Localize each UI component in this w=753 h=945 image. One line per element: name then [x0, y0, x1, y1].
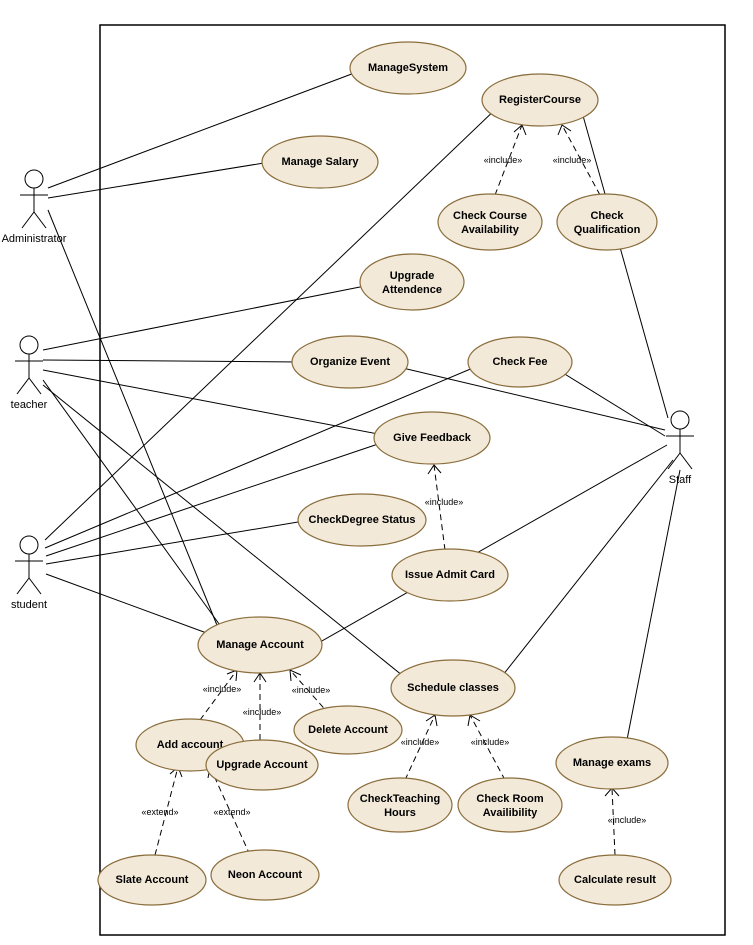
assoc-staff-manageaccount: [306, 445, 667, 650]
svg-text:Give Feedback: Give Feedback: [393, 432, 472, 444]
svg-text:CheckTeaching: CheckTeaching: [360, 793, 441, 805]
usecase-register-course: RegisterCourse: [482, 74, 598, 126]
dep-addaccount-to-manage: «include»: [200, 670, 241, 720]
svg-text:Calculate result: Calculate result: [574, 874, 656, 886]
svg-text:«extend»: «extend»: [141, 807, 178, 817]
svg-text:Manage Salary: Manage Salary: [281, 156, 359, 168]
actor-staff: Staff: [666, 411, 694, 486]
assoc-student-manageaccount: [46, 574, 212, 635]
svg-text:Slate Account: Slate Account: [116, 874, 189, 886]
actor-administrator: Administrator: [2, 170, 67, 245]
svg-text:«include»: «include»: [425, 497, 464, 507]
svg-text:Check Course: Check Course: [453, 210, 527, 222]
dep-teachinghours-to-schedule: «include»: [401, 715, 440, 780]
dep-roomavail-to-schedule: «include»: [468, 715, 509, 780]
svg-text:Manage Account: Manage Account: [216, 639, 304, 651]
svg-text:«include»: «include»: [243, 707, 282, 717]
svg-text:«include»: «include»: [553, 155, 592, 165]
usecase-organize-event: Organize Event: [292, 336, 408, 388]
svg-text:Schedule classes: Schedule classes: [407, 682, 499, 694]
svg-text:Availability: Availability: [461, 224, 520, 236]
actor-teacher: teacher: [11, 336, 48, 411]
usecase-manage-exams: Manage exams: [556, 737, 668, 789]
assoc-staff-manageexams: [625, 470, 680, 750]
svg-text:«include»: «include»: [292, 685, 331, 695]
svg-text:«include»: «include»: [471, 737, 510, 747]
administrator-label: Administrator: [2, 233, 67, 245]
svg-text:Manage exams: Manage exams: [573, 757, 651, 769]
svg-text:«include»: «include»: [203, 684, 242, 694]
dep-checkcourseavail-to-register: «include»: [484, 125, 526, 195]
svg-text:«include»: «include»: [401, 737, 440, 747]
svg-text:«include»: «include»: [608, 815, 647, 825]
usecase-issue-admit-card: Issue Admit Card: [392, 549, 508, 601]
usecase-slate-account: Slate Account: [98, 855, 206, 905]
usecase-check-qualification: Check Qualification: [557, 194, 657, 250]
dep-slate-to-addaccount: «extend»: [141, 767, 182, 855]
usecase-upgrade-attendence: Upgrade Attendence: [360, 254, 464, 310]
usecase-check-fee: Check Fee: [468, 337, 572, 387]
usecase-give-feedback: Give Feedback: [374, 412, 490, 464]
svg-text:Organize Event: Organize Event: [310, 356, 390, 368]
assoc-staff-schedule: [495, 460, 673, 685]
svg-text:Check Fee: Check Fee: [492, 356, 547, 368]
student-label: student: [11, 599, 47, 611]
svg-text:RegisterCourse: RegisterCourse: [499, 94, 581, 106]
svg-text:ManageSystem: ManageSystem: [368, 62, 448, 74]
teacher-label: teacher: [11, 399, 48, 411]
svg-text:Upgrade Account: Upgrade Account: [216, 759, 308, 771]
usecase-check-course-availability: Check Course Availability: [438, 194, 542, 250]
assoc-teacher-organizeevent: [43, 360, 300, 362]
dep-checkqualification-to-register: «include»: [553, 125, 600, 195]
usecase-manage-system: ManageSystem: [350, 42, 466, 94]
usecase-check-room-availibility: Check Room Availibility: [458, 778, 562, 832]
svg-text:Attendence: Attendence: [382, 284, 442, 296]
assoc-admin-managesalary: [48, 162, 270, 198]
dep-issueadmit-to-feedback: «include»: [425, 465, 464, 550]
svg-text:Issue Admit Card: Issue Admit Card: [405, 569, 495, 581]
usecase-schedule-classes: Schedule classes: [391, 660, 515, 716]
svg-text:Availibility: Availibility: [483, 807, 538, 819]
usecase-manage-account: Manage Account: [198, 617, 322, 673]
usecase-neon-account: Neon Account: [211, 850, 319, 900]
usecase-delete-account: Delete Account: [294, 706, 402, 754]
svg-text:Upgrade: Upgrade: [390, 270, 435, 282]
svg-text:«extend»: «extend»: [213, 807, 250, 817]
svg-text:«include»: «include»: [484, 155, 523, 165]
assoc-student-degreestatus: [46, 520, 310, 564]
usecase-manage-salary: Manage Salary: [262, 136, 378, 188]
svg-text:Neon Account: Neon Account: [228, 869, 302, 881]
staff-label: Staff: [669, 474, 692, 486]
svg-text:CheckDegree Status: CheckDegree Status: [309, 514, 416, 526]
usecase-calculate-result: Calculate result: [559, 855, 671, 905]
svg-text:Check: Check: [590, 210, 624, 222]
usecase-check-teaching-hours: CheckTeaching Hours: [348, 778, 452, 832]
svg-text:Qualification: Qualification: [574, 224, 641, 236]
svg-text:Check Room: Check Room: [476, 793, 543, 805]
assoc-staff-register: [580, 105, 668, 418]
usecase-upgrade-account: Upgrade Account: [206, 740, 318, 790]
assoc-staff-checkfee: [555, 368, 665, 436]
usecase-diagram: Administrator teacher student Staff: [0, 0, 753, 945]
svg-text:Delete Account: Delete Account: [308, 724, 388, 736]
usecase-check-degree-status: CheckDegree Status: [298, 494, 426, 546]
dep-upgradeaccount-to-manage: «include»: [243, 673, 282, 740]
svg-text:Add account: Add account: [157, 739, 224, 751]
svg-text:Hours: Hours: [384, 807, 416, 819]
actor-student: student: [11, 536, 47, 611]
dep-calcresult-to-manageexams: «include»: [605, 788, 646, 855]
